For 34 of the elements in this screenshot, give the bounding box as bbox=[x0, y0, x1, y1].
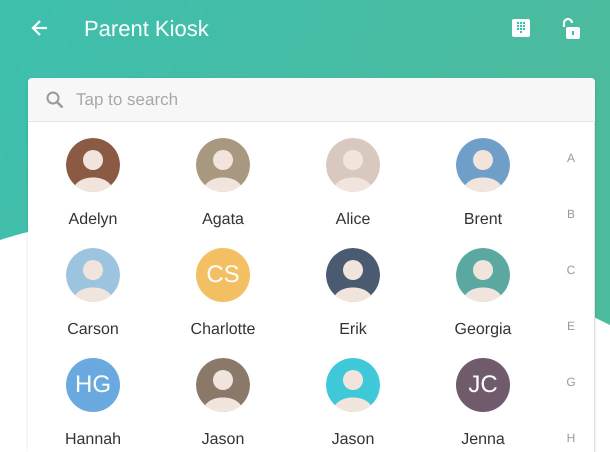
unlocked-padlock-icon[interactable] bbox=[560, 17, 580, 39]
search-bar[interactable]: Tap to search bbox=[28, 78, 595, 122]
student-tile[interactable]: Carson bbox=[28, 248, 158, 342]
student-name: Charlotte bbox=[190, 320, 256, 340]
initials-avatar: HG bbox=[66, 358, 120, 412]
student-name: Jason bbox=[202, 430, 244, 450]
student-tile[interactable]: HG Hannah bbox=[28, 358, 158, 452]
student-name: Adelyn bbox=[68, 210, 118, 230]
back-arrow-icon[interactable] bbox=[30, 18, 50, 38]
student-tile[interactable]: Jason bbox=[288, 358, 418, 452]
student-tile[interactable]: Adelyn bbox=[28, 138, 158, 232]
student-tile[interactable]: Erik bbox=[288, 248, 418, 342]
student-tile[interactable]: Georgia bbox=[418, 248, 548, 342]
keypad-icon[interactable] bbox=[512, 19, 530, 37]
student-tile[interactable]: Jason bbox=[158, 358, 288, 452]
student-name: Carson bbox=[67, 320, 119, 340]
initials-avatar: JC bbox=[456, 358, 510, 412]
search-icon bbox=[46, 90, 64, 108]
page-title: Parent Kiosk bbox=[84, 14, 209, 42]
search-field[interactable]: Tap to search bbox=[76, 86, 577, 112]
student-tile[interactable]: Alice bbox=[288, 138, 418, 232]
student-name: Brent bbox=[464, 210, 502, 230]
student-name: Georgia bbox=[454, 320, 512, 340]
student-name: Hannah bbox=[64, 430, 122, 450]
student-name: Agata bbox=[202, 210, 244, 230]
student-tile[interactable]: Brent bbox=[418, 138, 548, 232]
student-tile[interactable]: CS Charlotte bbox=[158, 248, 288, 342]
student-tile[interactable]: Agata bbox=[158, 138, 288, 232]
student-name: Jenna bbox=[461, 430, 505, 450]
student-name: Jason bbox=[332, 430, 374, 450]
initials-avatar: CS bbox=[196, 248, 250, 302]
student-name: Alice bbox=[336, 210, 370, 230]
student-name: Erik bbox=[339, 320, 367, 340]
student-tile[interactable]: JC Jenna bbox=[418, 358, 548, 452]
